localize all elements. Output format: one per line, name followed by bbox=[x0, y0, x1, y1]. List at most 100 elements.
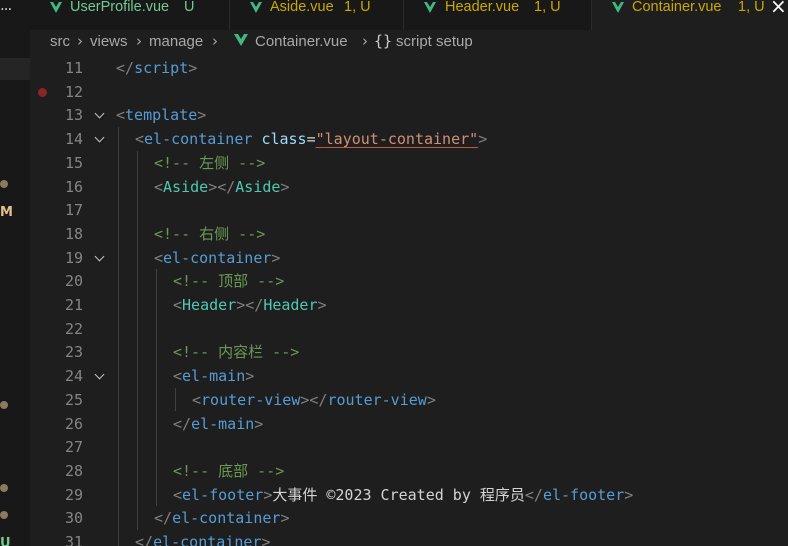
code-token: </ bbox=[173, 414, 192, 433]
code-line[interactable]: 30 </el-container> bbox=[30, 506, 788, 530]
code-token: ></ bbox=[300, 390, 328, 409]
chevron-right-icon: › bbox=[136, 32, 142, 50]
breadcrumb-file[interactable]: Container.vue bbox=[255, 33, 348, 50]
fold-chevron-icon[interactable] bbox=[94, 127, 106, 151]
tab-status: 1, U bbox=[534, 0, 561, 15]
more-icon[interactable]: ... bbox=[0, 0, 12, 14]
tab-label: UserProfile.vue bbox=[70, 0, 170, 15]
code-line[interactable]: 27 bbox=[30, 435, 788, 459]
code-token: > bbox=[263, 485, 273, 504]
code-line[interactable]: 22 bbox=[30, 317, 788, 341]
modified-dot-icon bbox=[0, 511, 8, 519]
code-text: <el-main> bbox=[173, 364, 254, 388]
breadcrumb-symbol[interactable]: script setup bbox=[396, 33, 473, 50]
line-number: 14 bbox=[64, 130, 83, 149]
tab-container[interactable]: Container.vue 1, U × bbox=[592, 0, 788, 30]
code-token: el-footer bbox=[182, 485, 264, 504]
tab-userprofile[interactable]: UserProfile.vue U bbox=[30, 0, 230, 30]
code-token: </ bbox=[524, 485, 543, 504]
code-line[interactable]: 24 <el-main> bbox=[30, 364, 788, 388]
code-token: > bbox=[271, 248, 281, 267]
code-token: el-footer bbox=[542, 485, 625, 504]
code-text: </script> bbox=[116, 56, 197, 80]
vue-file-icon bbox=[250, 2, 262, 13]
code-token: < bbox=[173, 485, 183, 504]
breadcrumb-views[interactable]: views bbox=[90, 33, 128, 50]
code-token: > bbox=[426, 390, 436, 409]
code-token: class bbox=[261, 130, 307, 149]
code-token: <!-- 右侧 --> bbox=[154, 224, 266, 243]
fold-chevron-icon[interactable] bbox=[94, 103, 106, 127]
code-token: </ bbox=[154, 509, 173, 528]
code-token: <!-- 内容栏 --> bbox=[173, 343, 300, 362]
code-line[interactable]: 17 bbox=[30, 198, 788, 222]
code-line[interactable]: 18 <!-- 右侧 --> bbox=[30, 222, 788, 246]
fold-chevron-icon[interactable] bbox=[94, 364, 106, 388]
code-line[interactable]: 11 </script> bbox=[30, 56, 788, 80]
line-number: 27 bbox=[64, 438, 83, 457]
code-token: <!-- 底部 --> bbox=[173, 461, 285, 480]
code-line[interactable]: 13 <template> bbox=[30, 103, 788, 127]
code-text: <!-- 左侧 --> bbox=[154, 151, 265, 175]
code-token: el-container bbox=[163, 248, 272, 267]
vue-file-icon bbox=[234, 34, 248, 46]
chevron-right-icon: › bbox=[212, 32, 218, 50]
modified-dot-icon bbox=[0, 401, 8, 409]
fold-chevron-icon[interactable] bbox=[94, 246, 106, 270]
line-number: 13 bbox=[64, 106, 83, 125]
line-number: 29 bbox=[64, 485, 83, 504]
code-line[interactable]: 14 <el-container class="layout-container"… bbox=[30, 127, 788, 151]
code-token: < bbox=[154, 248, 164, 267]
vue-file-icon bbox=[612, 2, 624, 13]
code-token: script bbox=[134, 59, 189, 77]
breadcrumb: src › views › manage › Container.vue › {… bbox=[30, 30, 788, 54]
code-editor[interactable]: 11 </script> 12 13 <template> 14 <el-container… bbox=[30, 56, 788, 546]
code-token: el-container bbox=[172, 509, 281, 528]
tab-status: 1, U bbox=[738, 0, 765, 15]
line-number: 20 bbox=[64, 272, 83, 291]
code-token: " bbox=[469, 130, 479, 149]
code-line[interactable]: 12 bbox=[30, 80, 788, 104]
code-line[interactable]: 21 <Header></Header> bbox=[30, 293, 788, 317]
code-line[interactable]: 23 <!-- 内容栏 --> bbox=[30, 340, 788, 364]
code-token: <!-- 顶部 --> bbox=[173, 272, 285, 291]
code-text: <template> bbox=[116, 103, 206, 127]
line-number: 11 bbox=[64, 59, 83, 77]
code-line[interactable]: 25 <router-view></router-view> bbox=[30, 388, 788, 412]
code-line[interactable]: 19 <el-container> bbox=[30, 246, 788, 270]
explorer-row-highlight bbox=[0, 58, 30, 80]
code-text: <Header></Header> bbox=[173, 293, 327, 317]
untracked-badge: U bbox=[0, 536, 11, 546]
code-line[interactable]: 29 <el-footer>大事件 ©2023 Created by 程序员</e… bbox=[30, 483, 788, 507]
tab-label: Aside.vue bbox=[270, 0, 334, 15]
code-token: < bbox=[116, 106, 126, 125]
code-token: < bbox=[154, 177, 164, 196]
indent-guide bbox=[175, 387, 176, 412]
code-line[interactable]: 31 </el-container> bbox=[30, 530, 788, 546]
code-token: < bbox=[135, 130, 145, 149]
tab-label: Header.vue bbox=[445, 0, 520, 15]
code-token: > bbox=[197, 106, 207, 125]
indent-guide bbox=[118, 127, 119, 546]
close-icon[interactable]: × bbox=[770, 0, 787, 18]
code-token: </ bbox=[116, 59, 135, 77]
line-number: 26 bbox=[64, 414, 83, 433]
code-token: < bbox=[192, 390, 202, 409]
code-token: layout-container bbox=[324, 130, 470, 149]
line-number: 25 bbox=[64, 390, 83, 409]
tab-aside[interactable]: Aside.vue 1, U bbox=[230, 0, 404, 30]
indent-guide bbox=[156, 269, 157, 507]
code-line[interactable]: 16 <Aside></Aside> bbox=[30, 175, 788, 199]
code-token: > bbox=[280, 509, 290, 528]
breadcrumb-manage[interactable]: manage bbox=[149, 33, 203, 50]
code-line[interactable]: 20 <!-- 顶部 --> bbox=[30, 269, 788, 293]
code-line[interactable]: 26 </el-main> bbox=[30, 412, 788, 436]
code-line[interactable]: 28 <!-- 底部 --> bbox=[30, 459, 788, 483]
code-text: </el-container> bbox=[135, 530, 270, 546]
breadcrumb-src[interactable]: src bbox=[50, 33, 70, 50]
code-text: </el-main> bbox=[173, 412, 263, 436]
code-token: > bbox=[280, 177, 290, 196]
code-line[interactable]: 15 <!-- 左侧 --> bbox=[30, 151, 788, 175]
code-text: </el-container> bbox=[154, 506, 289, 530]
tab-header[interactable]: Header.vue 1, U bbox=[404, 0, 592, 30]
